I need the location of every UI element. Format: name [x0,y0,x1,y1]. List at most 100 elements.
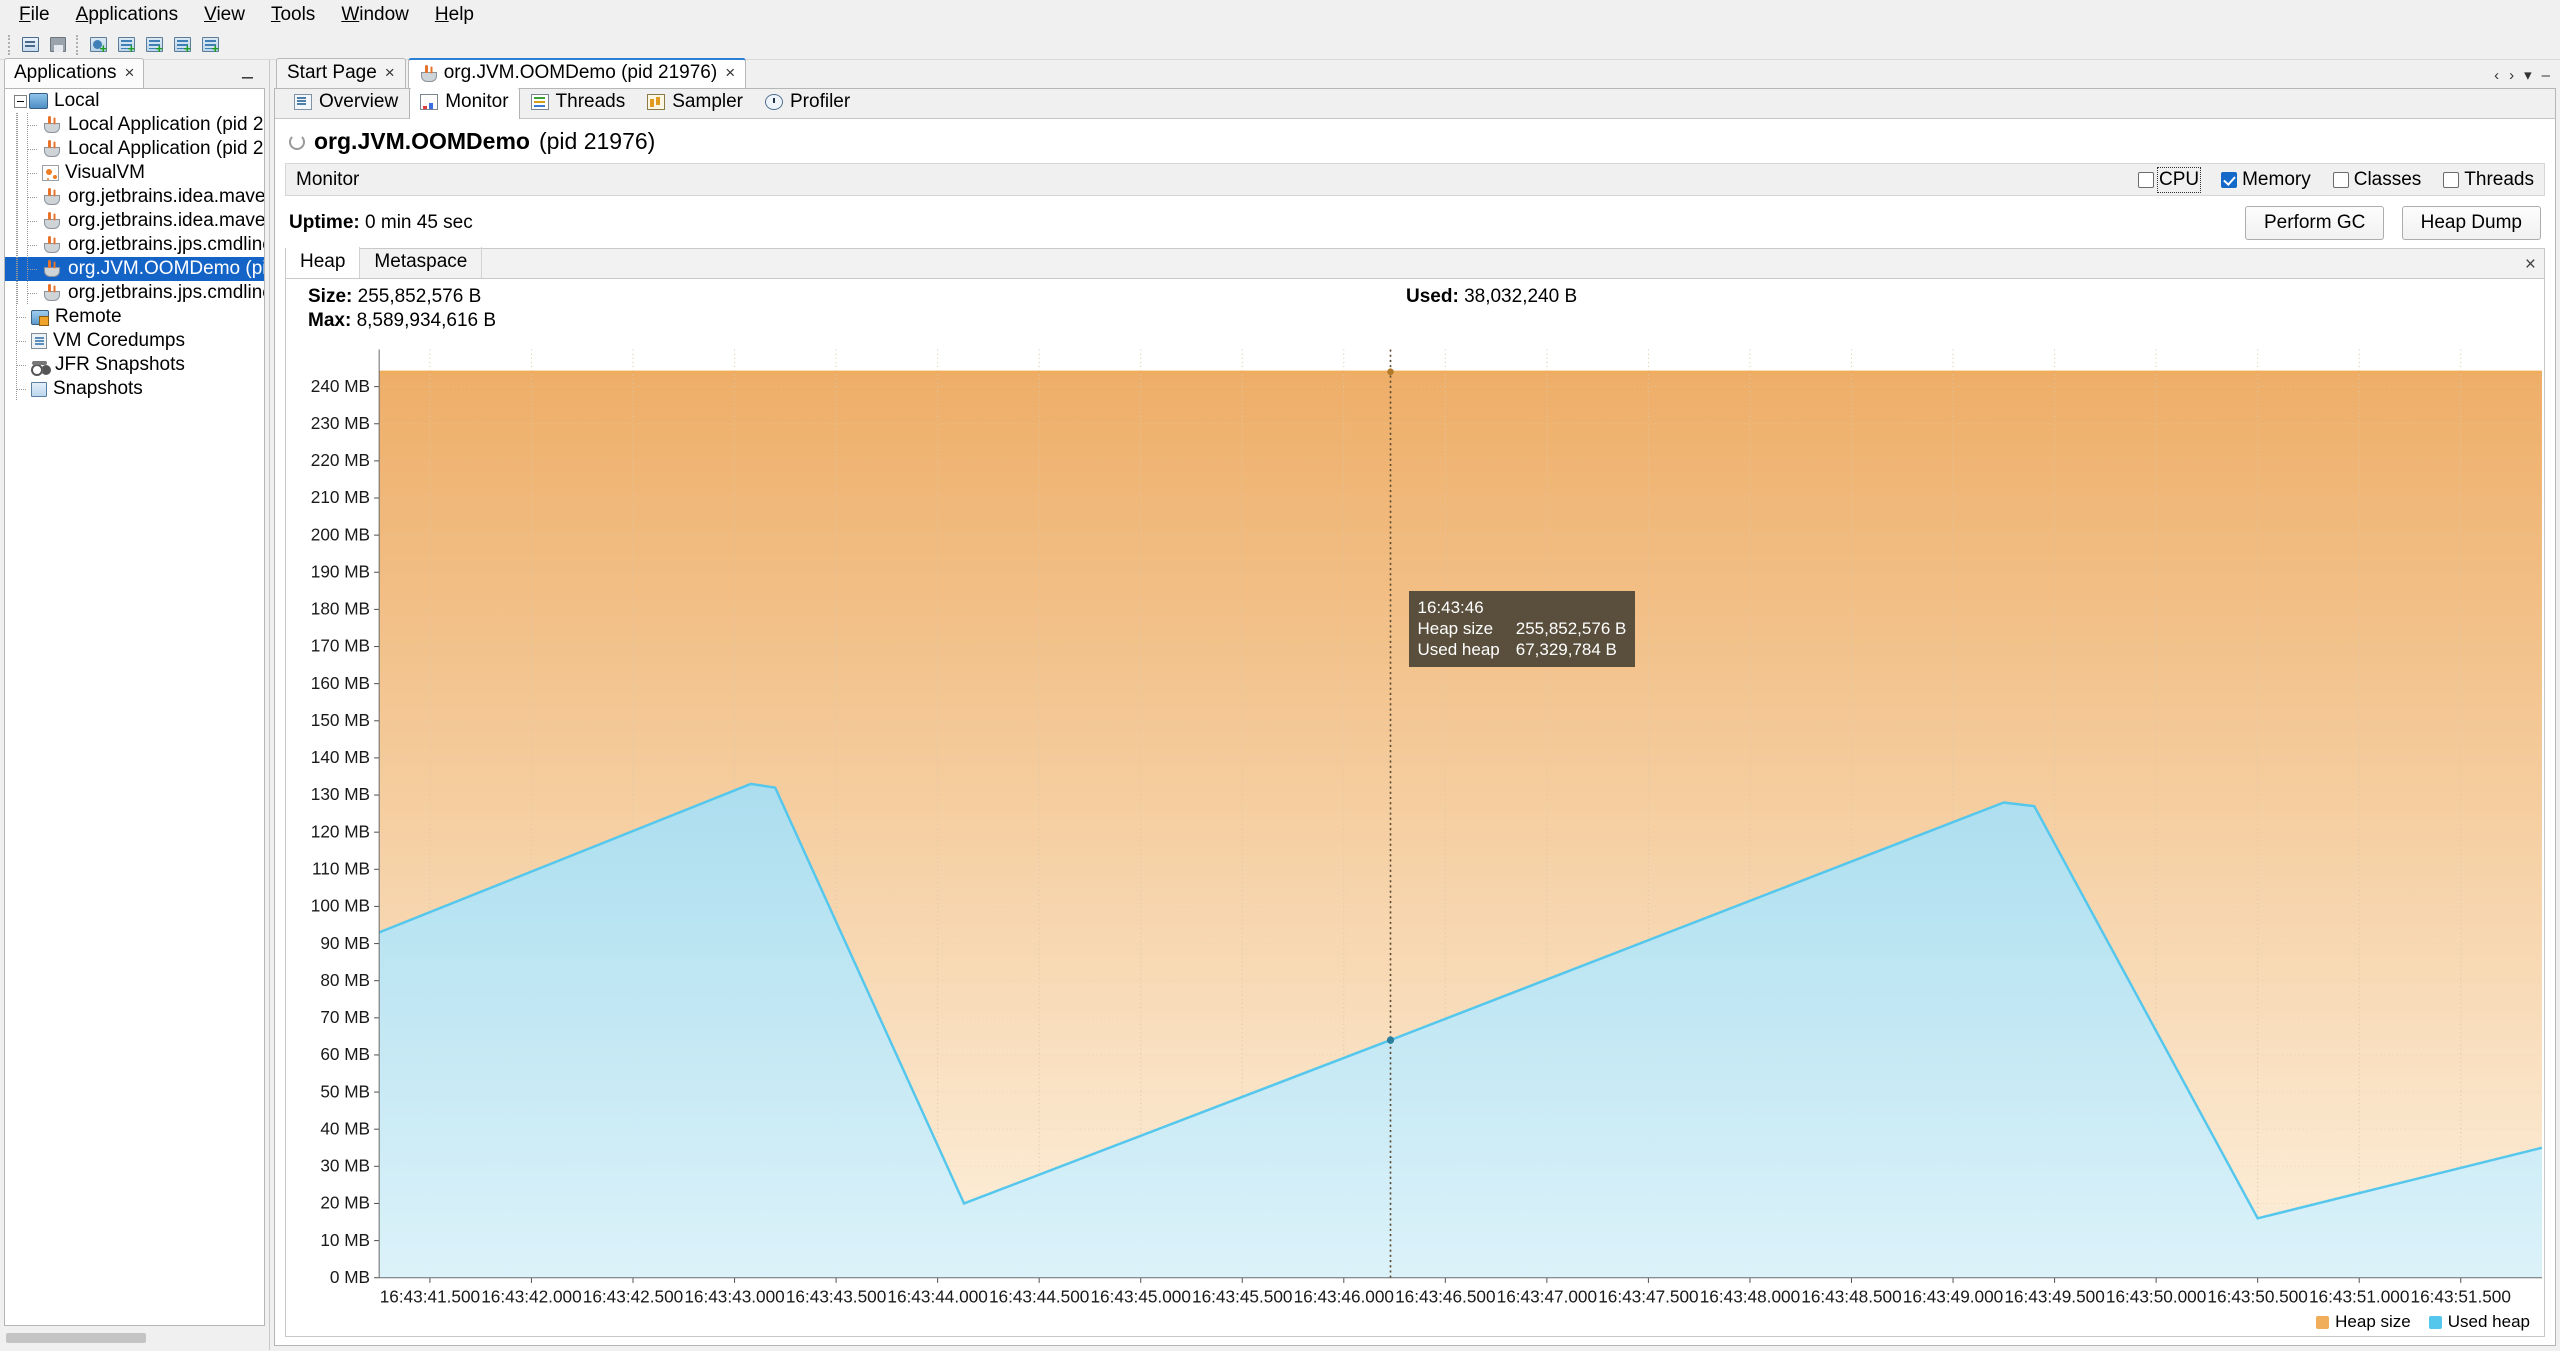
open-snapshot-icon [21,37,39,52]
heap-dump-button[interactable]: Heap Dump [2401,206,2541,240]
tree-item-local-application-pid-28096[interactable]: Local Application (pid 28096 [5,137,264,161]
close-icon[interactable]: × [2525,254,2536,276]
y-axis-tick-label: 40 MB [320,1118,370,1138]
tab-oomdemo[interactable]: org.JVM.OOMDemo (pid 21976) × [407,58,747,88]
close-icon[interactable]: × [725,63,735,83]
horizontal-scrollbar[interactable] [4,1330,265,1346]
menu-item-help[interactable]: Help [422,1,487,29]
add-jfr-snapshot-button[interactable] [169,33,195,57]
tab-sampler[interactable]: Sampler [636,87,754,118]
add-vm-coredump-button[interactable] [141,33,167,57]
applications-panel: Applications × – Local Local Application … [0,58,270,1350]
memory-chart-svg[interactable]: 0 MB 10 MB 20 MB 30 MB 40 MB 50 MB 60 MB 70 MB 8… [286,337,2544,1336]
tab-prev-icon[interactable]: ‹ [2494,67,2499,84]
checkbox-threads[interactable]: Threads [2443,169,2534,191]
applications-tree[interactable]: Local Local Application (pid 22112 Local A… [4,88,265,1326]
tab-threads[interactable]: Threads [520,87,637,118]
tab-list-dropdown-icon[interactable]: ▾ [2524,66,2532,84]
tree-connector [11,377,31,401]
tree-item-label: JFR Snapshots [55,354,185,375]
open-snapshot-button[interactable] [17,33,43,57]
save-icon [50,37,66,52]
memory-chart[interactable]: 0 MB 10 MB 20 MB 30 MB 40 MB 50 MB 60 MB 70 MB 8… [286,337,2544,1336]
checkbox-classes[interactable]: Classes [2332,169,2421,191]
y-axis-tick-label: 170 MB [311,636,370,656]
monitor-checkbox-group: CPU Memory Classes Threads [2137,166,2534,193]
menu-item-tools[interactable]: Tools [258,1,328,29]
tree-item-label: Local Application (pid 28096 [68,138,264,159]
tree-item-remote[interactable]: Remote [5,305,264,329]
tree-item-org-jetbrains-idea-maven-ser[interactable]: org.jetbrains.idea.maven.ser [5,185,264,209]
tree-item-visualvm[interactable]: VisualVM [5,161,264,185]
tree-item-jfr-snapshots[interactable]: JFR Snapshots [5,353,264,377]
heap-stats-left: Size: 255,852,576 B Max: 8,589,934,616 B [286,285,496,333]
tree-item-org-jetbrains-idea-maven-ser[interactable]: org.jetbrains.idea.maven.ser [5,209,264,233]
close-icon[interactable]: × [385,63,395,83]
tab-next-icon[interactable]: › [2509,67,2514,84]
perform-gc-button[interactable]: Perform GC [2244,206,2385,240]
close-icon[interactable]: × [124,63,134,83]
maximize-icon[interactable]: ‒ [2542,67,2550,84]
scrollbar-thumb[interactable] [6,1333,146,1343]
java-icon [419,65,437,82]
monitor-options-bar: Monitor CPU Memory Classes Threads [285,163,2545,196]
menu-item-applications[interactable]: Applications [63,1,191,29]
tree-item-label: Remote [55,306,122,327]
uptime: Uptime: 0 min 45 sec [289,212,473,234]
checkbox-box[interactable] [2137,171,2154,188]
x-axis-tick-label: 16:43:50.500 [2207,1286,2308,1306]
snapshots-icon [31,381,47,397]
menu-item-file[interactable]: File [6,1,63,29]
document-tab-row: Start Page × org.JVM.OOMDemo (pid 21976)… [270,58,2560,88]
x-axis-tick-label: 16:43:44.500 [989,1286,1090,1306]
heap-max-value: 8,589,934,616 B [356,310,497,331]
y-axis-tick-label: 90 MB [320,933,370,953]
y-axis-tick-label: 190 MB [311,561,370,581]
x-axis-tick-label: 16:43:41.500 [380,1286,481,1306]
java-icon [42,260,62,278]
tooltip-heap-size-value: 255,852,576 B [1515,618,1627,638]
java-icon [42,188,62,206]
tree-item-org-jetbrains-jps-cmdline-lau[interactable]: org.jetbrains.jps.cmdline.Lau [5,233,264,257]
x-axis-tick-label: 16:43:47.000 [1497,1286,1598,1306]
tab-start-page[interactable]: Start Page × [276,58,406,88]
tree-item-vm-coredumps[interactable]: VM Coredumps [5,329,264,353]
uptime-row: Uptime: 0 min 45 sec Perform GC Heap Dum… [275,196,2555,248]
y-axis-tick-label: 120 MB [311,821,370,841]
tab-overview[interactable]: Overview [283,87,409,118]
y-axis-tick-label: 50 MB [320,1081,370,1101]
tree-item-local[interactable]: Local [5,89,264,113]
y-axis-tick-label: 20 MB [320,1192,370,1212]
add-jmx-connection-button[interactable] [113,33,139,57]
page-title: org.JVM.OOMDemo [314,128,530,154]
expand-collapse-handle[interactable] [11,92,29,110]
tree-item-org-jvm-oomdemo-pid-21[interactable]: org.JVM.OOMDemo (pid 21 [5,257,264,281]
tree-item-snapshots[interactable]: Snapshots [5,377,264,401]
menu-item-window[interactable]: Window [328,1,422,29]
tree-connector [11,281,22,305]
x-axis-tick-label: 16:43:49.000 [1903,1286,2004,1306]
tab-monitor[interactable]: Monitor [409,87,520,119]
add-remote-host-button[interactable] [85,33,111,57]
checkbox-cpu[interactable]: CPU [2137,166,2202,193]
tab-applications[interactable]: Applications × [4,58,145,88]
checkbox-box[interactable] [2443,171,2460,188]
add-snapshot-button[interactable] [197,33,223,57]
tab-metaspace[interactable]: Metaspace [360,247,483,278]
checkbox-box[interactable] [2221,171,2238,188]
tab-heap[interactable]: Heap [286,247,361,278]
checkbox-memory[interactable]: Memory [2221,169,2311,191]
checkbox-box[interactable] [2332,171,2349,188]
menu-item-view[interactable]: View [191,1,258,29]
x-axis-tick-label: 16:43:51.000 [2309,1286,2410,1306]
tree-connector [11,209,22,233]
minimize-button[interactable]: – [242,67,263,88]
save-button[interactable] [45,33,71,57]
tab-oomdemo-label: org.JVM.OOMDemo (pid 21976) [443,62,718,83]
tree-connector [11,305,31,329]
legend-label-heap-size: Heap size [2335,1312,2411,1331]
tree-item-local-application-pid-22112[interactable]: Local Application (pid 22112 [5,113,264,137]
y-axis-tick-label: 130 MB [311,784,370,804]
tab-profiler[interactable]: Profiler [754,87,861,118]
tree-item-org-jetbrains-jps-cmdline-lau[interactable]: org.jetbrains.jps.cmdline.Lau [5,281,264,305]
